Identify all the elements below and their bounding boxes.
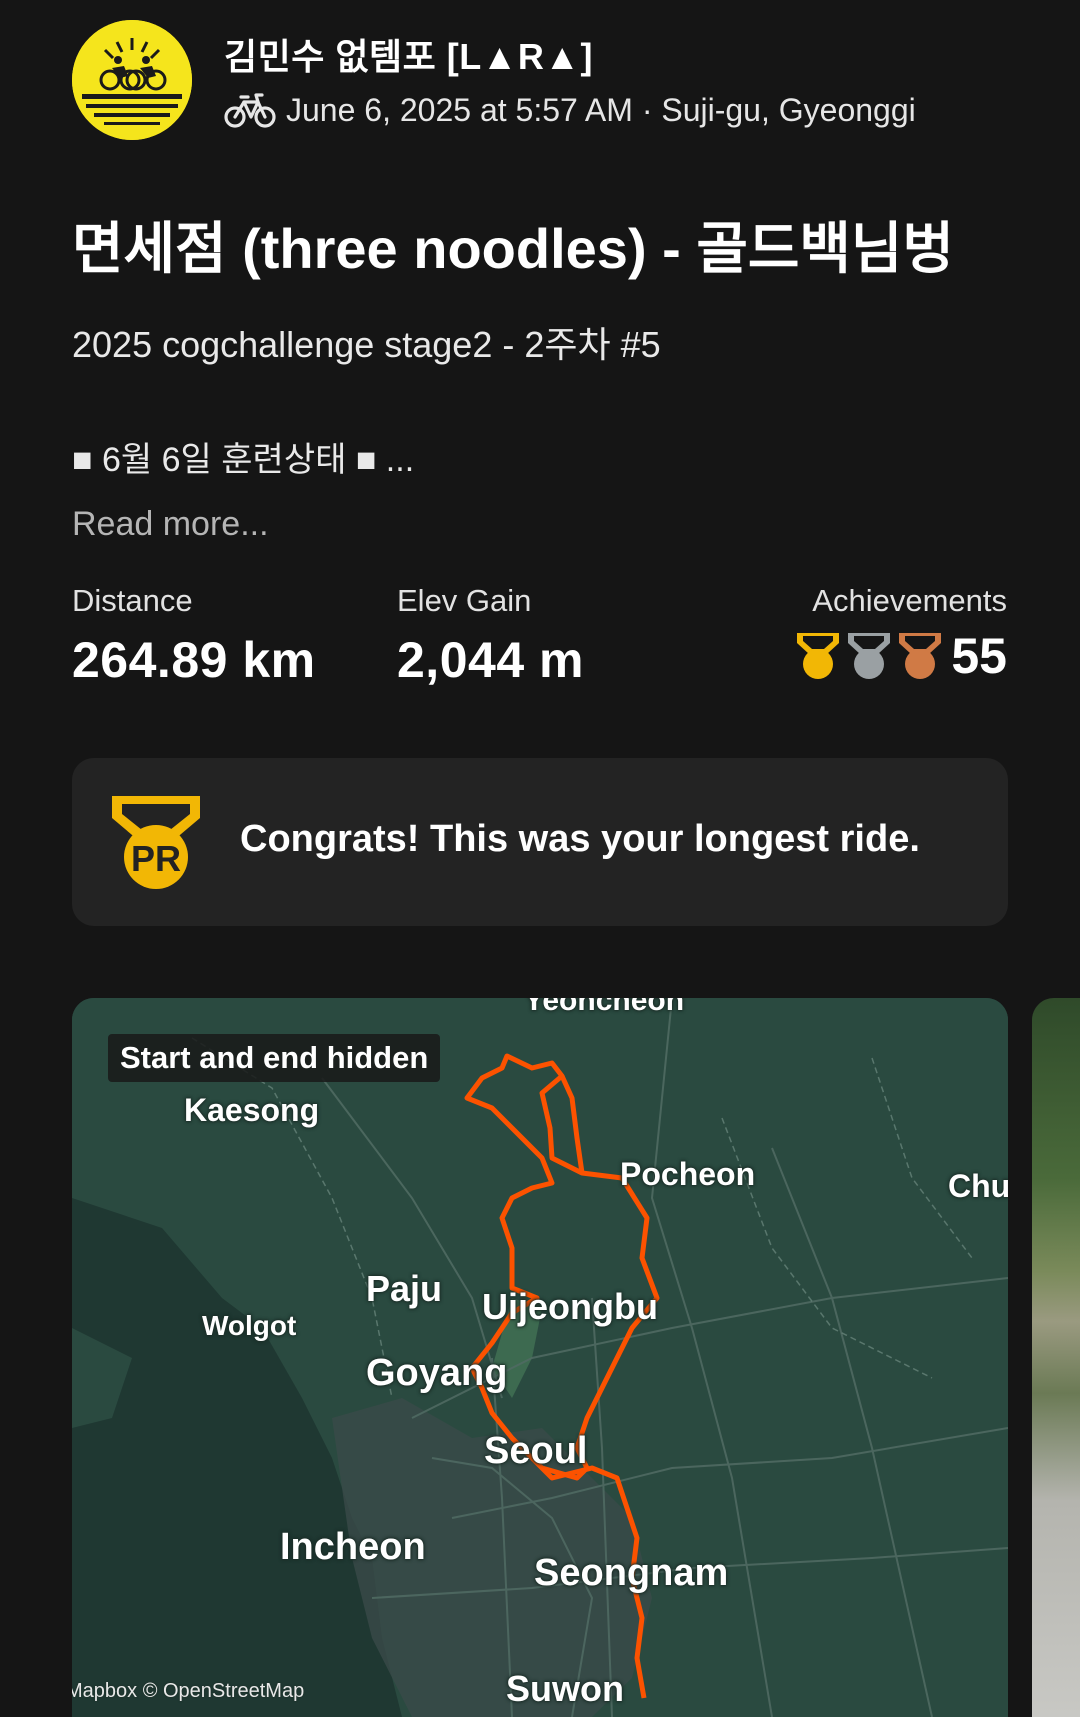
- pr-message: Congrats! This was your longest ride.: [240, 818, 920, 860]
- activity-description: ■ 6월 6일 훈련상태 ■ ...: [72, 441, 415, 479]
- silver-medal-icon: [848, 633, 891, 679]
- achievements-row[interactable]: 55: [794, 627, 1007, 685]
- map-label-pocheon: Pocheon: [620, 1156, 756, 1192]
- elev-gain-stat: Elev Gain 2,044 m: [397, 583, 584, 689]
- read-more-link[interactable]: Read more...: [72, 505, 269, 544]
- bronze-medal-icon: [899, 633, 942, 679]
- achievements-count: 55: [951, 628, 1007, 684]
- map-label-kaesong: Kaesong: [184, 1092, 320, 1128]
- gold-medal-icon: [797, 633, 840, 679]
- distance-value: 264.89 km: [72, 632, 316, 688]
- map-label-seoul: Seoul: [484, 1430, 588, 1472]
- athlete-avatar[interactable]: [72, 20, 192, 140]
- activity-date-location: June 6, 2025 at 5:57 AM · Suji-gu, Gyeon…: [286, 91, 916, 128]
- elev-gain-label: Elev Gain: [397, 583, 532, 618]
- start-end-hidden-badge: Start and end hidden: [108, 1034, 441, 1082]
- bike-icon: [224, 93, 276, 128]
- activity-meta-row: June 6, 2025 at 5:57 AM · Suji-gu, Gyeon…: [224, 90, 916, 130]
- map-label-seongnam: Seongnam: [534, 1552, 729, 1594]
- athlete-name[interactable]: 김민수 없템포 [L▲R▲]: [224, 28, 593, 80]
- map-label-suwon: Suwon: [506, 1668, 624, 1709]
- map-label-paju: Paju: [366, 1268, 443, 1309]
- avatar-logo-icon: [72, 20, 192, 140]
- achievements-label: Achievements: [812, 583, 1007, 618]
- map-label-uijeongbu: Uijeongbu: [482, 1286, 658, 1327]
- achievements-stat[interactable]: Achievements 55: [794, 583, 1007, 685]
- pr-medal-icon: PR: [112, 796, 200, 889]
- activity-title[interactable]: 면세점 (three noodles) - 골드백님벙: [72, 218, 1032, 280]
- activity-header: 김민수 없템포 [L▲R▲] June 6, 2025 at 5:57 AM ·…: [72, 14, 1032, 144]
- map-label-chu: Chu: [948, 1168, 1008, 1204]
- distance-label: Distance: [72, 583, 193, 618]
- activity-photo-thumbnail[interactable]: [1032, 998, 1080, 1717]
- map-label-incheon: Incheon: [280, 1526, 426, 1568]
- elev-gain-value: 2,044 m: [397, 632, 584, 688]
- activity-subtitle: 2025 cogchallenge stage2 - 2주차 #5: [72, 324, 661, 365]
- distance-stat: Distance 264.89 km: [72, 583, 316, 689]
- route-map[interactable]: Start and end hidden Yeoncheon Kaesong P…: [72, 998, 1008, 1717]
- map-label-wolgot: Wolgot: [202, 1310, 297, 1341]
- map-label-yeoncheon: Yeoncheon: [524, 998, 685, 1017]
- map-label-goyang: Goyang: [366, 1352, 508, 1394]
- pr-card[interactable]: PR Congrats! This was your longest ride.: [72, 758, 1008, 926]
- pr-icon-text: PR: [131, 838, 181, 879]
- map-attribution[interactable]: Mapbox © OpenStreetMap: [72, 1680, 304, 1703]
